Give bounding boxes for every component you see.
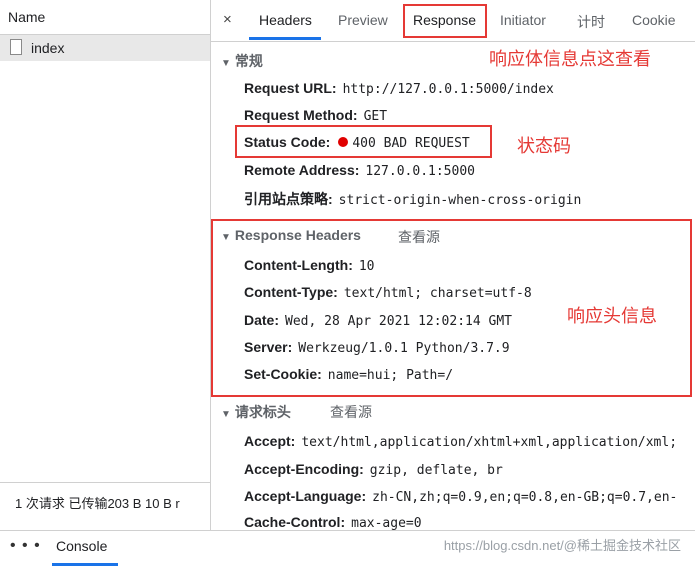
header-value: 127.0.0.1:5000 (365, 164, 475, 179)
header-key: Accept-Encoding: (244, 461, 364, 477)
request-summary-status: 1 次请求 已传输203 B 10 B r (0, 482, 210, 530)
header-key: Accept: (244, 433, 296, 449)
general-row: Remote Address: 127.0.0.1:5000 (244, 162, 475, 179)
header-key: Remote Address: (244, 162, 360, 178)
request-header-row: Cache-Control: max-age=0 (244, 514, 422, 530)
headers-note: 响应头信息 (567, 306, 657, 326)
request-header-row: Accept: text/html,application/xhtml+xml,a… (244, 433, 677, 450)
header-value: max-age=0 (351, 516, 422, 530)
header-value: zh-CN,zh;q=0.9,en;q=0.8,en-GB;q=0.7,en- (372, 490, 678, 505)
header-value: gzip, deflate, br (369, 463, 503, 478)
watermark: https://blog.csdn.net/@稀土掘金技术社区 (443, 538, 681, 553)
header-key: Request Method: (244, 107, 358, 123)
general-row: 引用站点策略: strict-origin-when-cross-origin (244, 189, 581, 209)
tab-cookie[interactable]: Cookie (632, 12, 676, 28)
general-section-header[interactable]: ▼ 常规 (221, 51, 263, 71)
request-headers-title: 请求标头 (234, 404, 291, 420)
active-tab-indicator (249, 37, 321, 40)
general-section-title: 常规 (234, 53, 263, 69)
name-column-label: Name (8, 9, 46, 25)
name-column-header[interactable]: Name (0, 0, 210, 35)
tab-preview[interactable]: Preview (338, 12, 388, 28)
header-key: 引用站点策略: (244, 191, 333, 207)
response-tab-highlight (403, 4, 487, 38)
header-value: strict-origin-when-cross-origin (338, 193, 582, 208)
collapse-triangle-icon: ▼ (221, 58, 231, 69)
header-value: GET (363, 109, 388, 124)
close-icon[interactable]: × (223, 11, 232, 28)
header-value: text/html,application/xhtml+xml,applicat… (301, 435, 678, 450)
collapse-triangle-icon: ▼ (221, 409, 231, 420)
request-header-row: Accept-Encoding: gzip, deflate, br (244, 461, 503, 478)
general-row: Request Method: GET (244, 107, 387, 124)
header-key: Request URL: (244, 80, 337, 96)
tab-console[interactable]: Console (56, 531, 107, 567)
view-source-link[interactable]: 查看源 (330, 402, 372, 422)
header-key: Cache-Control: (244, 514, 346, 530)
status-code-highlight (235, 125, 492, 158)
document-icon (10, 39, 22, 55)
drawer-bar: • • • Console https://blog.csdn.net/@稀土掘… (0, 530, 695, 567)
more-menu-icon[interactable]: • • • (10, 537, 41, 555)
tab-initiator[interactable]: Initiator (500, 12, 546, 28)
request-name: index (31, 40, 65, 56)
header-key: Accept-Language: (244, 488, 367, 504)
request-header-row: Accept-Language: zh-CN,zh;q=0.9,en;q=0.8,… (244, 488, 677, 505)
request-list-panel: Name index 1 次请求 已传输203 B 10 B r (0, 0, 211, 530)
request-headers-section-header[interactable]: ▼ 请求标头 (221, 402, 291, 422)
tab-headers[interactable]: Headers (259, 12, 312, 28)
status-note: 状态码 (517, 136, 571, 156)
tab-timing[interactable]: 计时 (577, 12, 605, 32)
header-value: http://127.0.0.1:5000/index (342, 82, 554, 97)
general-row: Request URL: http://127.0.0.1:5000/index (244, 80, 554, 97)
request-row-index[interactable]: index (0, 35, 210, 61)
